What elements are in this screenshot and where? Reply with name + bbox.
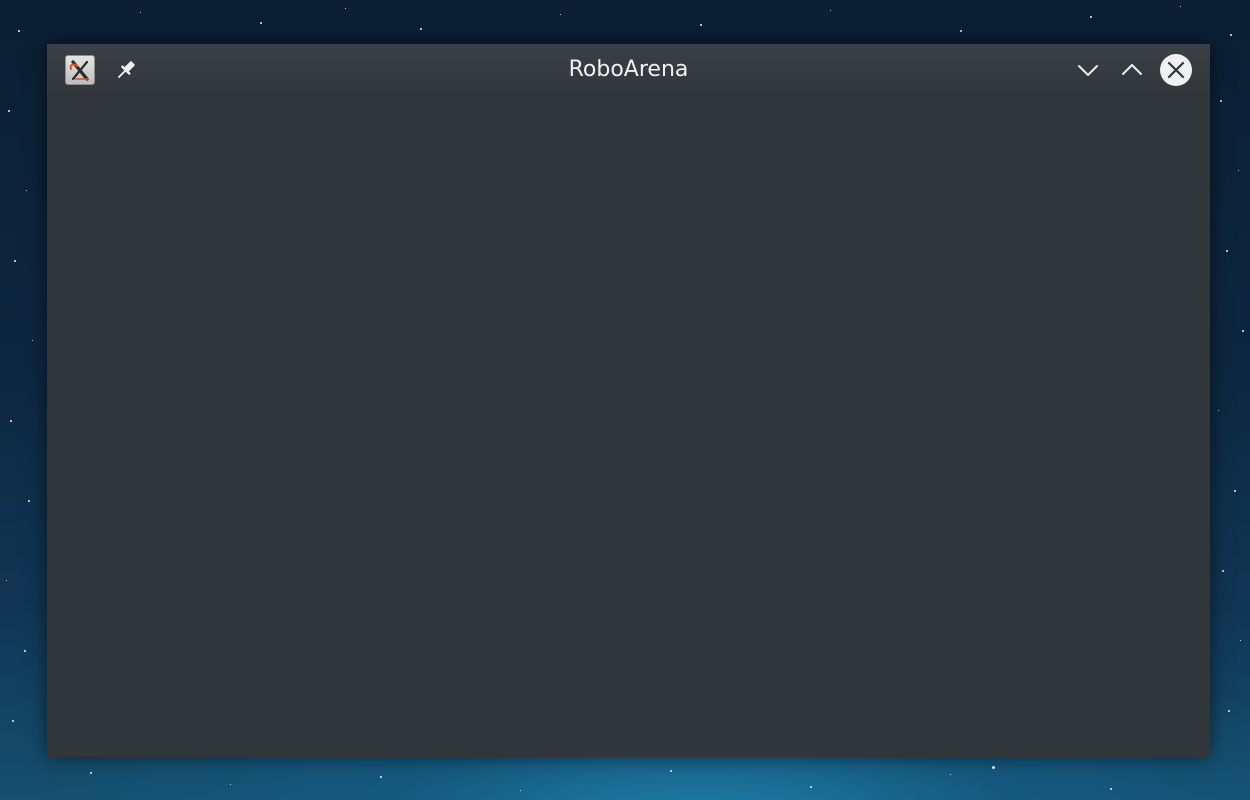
- star: [1222, 570, 1224, 572]
- star: [28, 500, 30, 502]
- star: [26, 190, 27, 191]
- title-bar[interactable]: RoboArena: [47, 44, 1210, 96]
- star: [6, 580, 7, 581]
- star: [810, 786, 812, 788]
- star: [670, 770, 672, 772]
- star: [14, 260, 16, 262]
- chevron-down-icon: [1078, 65, 1098, 76]
- star: [1234, 490, 1236, 492]
- star: [345, 8, 346, 9]
- maximize-button[interactable]: [1116, 54, 1148, 86]
- star: [32, 340, 33, 341]
- star: [24, 650, 26, 652]
- star: [992, 766, 995, 769]
- star: [960, 30, 962, 32]
- star: [1090, 16, 1092, 18]
- star: [420, 28, 422, 30]
- close-button[interactable]: [1160, 54, 1192, 86]
- star: [140, 12, 141, 13]
- star: [1228, 710, 1230, 712]
- app-window: RoboArena: [47, 44, 1210, 757]
- star: [1238, 170, 1239, 171]
- star: [830, 10, 831, 11]
- star: [1242, 330, 1244, 332]
- star: [1240, 640, 1241, 641]
- star: [1226, 250, 1228, 252]
- star: [260, 22, 262, 24]
- star: [230, 784, 231, 785]
- star: [1110, 788, 1112, 790]
- chevron-up-icon: [1122, 64, 1142, 75]
- window-content-area[interactable]: [47, 96, 1210, 757]
- star: [10, 420, 12, 422]
- close-icon: [1160, 54, 1192, 86]
- star: [1220, 100, 1222, 102]
- star: [12, 720, 14, 722]
- star: [18, 30, 20, 32]
- star: [1230, 34, 1232, 36]
- star: [520, 790, 521, 791]
- window-title: RoboArena: [568, 57, 689, 82]
- minimize-button[interactable]: [1072, 54, 1104, 86]
- star: [90, 772, 92, 774]
- star: [1180, 6, 1181, 7]
- star: [8, 110, 10, 112]
- star: [380, 776, 382, 778]
- star: [950, 774, 951, 775]
- star: [1218, 410, 1219, 411]
- star: [700, 24, 702, 26]
- star: [560, 14, 561, 15]
